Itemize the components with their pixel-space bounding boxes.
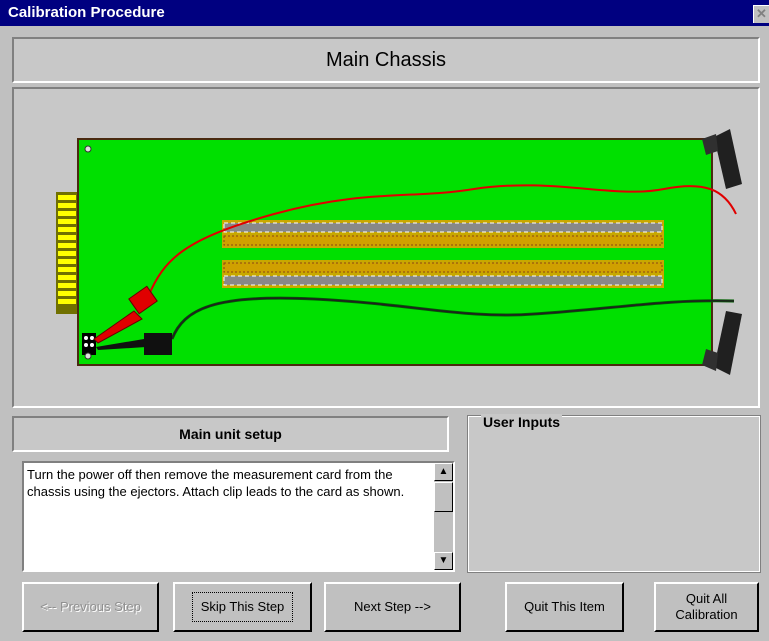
scroll-down-icon[interactable]: ▼	[434, 552, 453, 570]
close-icon[interactable]: ✕	[753, 5, 769, 23]
page-title: Main Chassis	[12, 37, 760, 83]
instructions-text: Turn the power off then remove the measu…	[27, 467, 405, 499]
next-step-label: Next Step -->	[354, 599, 431, 614]
step-title: Main unit setup	[12, 416, 449, 452]
quit-all-button[interactable]: Quit All Calibration	[654, 582, 759, 632]
circuit-board-illustration	[56, 129, 742, 375]
quit-item-button[interactable]: Quit This Item	[505, 582, 624, 632]
scroll-up-icon[interactable]: ▲	[434, 463, 453, 481]
quit-item-label: Quit This Item	[524, 599, 605, 614]
previous-step-button[interactable]: <-- Previous Step	[22, 582, 159, 632]
window-title: Calibration Procedure	[8, 4, 165, 21]
skip-step-label: Skip This Step	[200, 599, 285, 614]
board	[77, 138, 713, 366]
edge-connector	[56, 192, 78, 314]
previous-step-label: <-- Previous Step	[40, 599, 141, 614]
scroll-thumb[interactable]	[434, 482, 453, 512]
skip-step-button[interactable]: Skip This Step	[173, 582, 312, 632]
instructions-textbox[interactable]: Turn the power off then remove the measu…	[22, 461, 455, 572]
diagram-panel	[12, 87, 760, 408]
user-inputs-label: User Inputs	[481, 414, 563, 430]
title-bar: Calibration Procedure ✕	[0, 0, 769, 26]
quit-all-label: Quit All Calibration	[675, 591, 738, 622]
next-step-button[interactable]: Next Step -->	[324, 582, 461, 632]
user-inputs-group: User Inputs	[467, 414, 761, 573]
ic-strip-bottom	[222, 260, 664, 288]
vertical-scrollbar[interactable]: ▲ ▼	[434, 463, 453, 570]
ic-strip-top	[222, 220, 664, 248]
